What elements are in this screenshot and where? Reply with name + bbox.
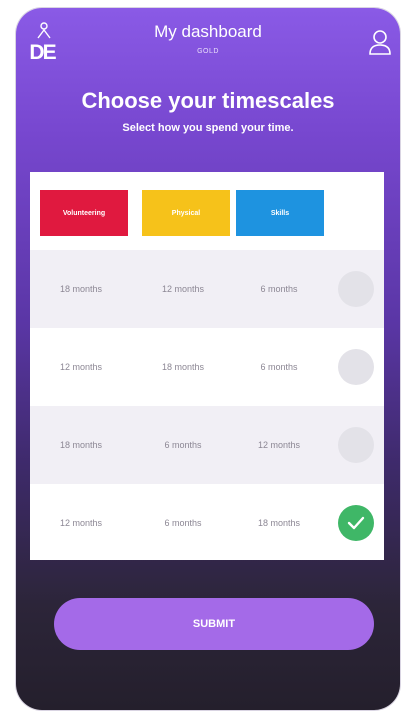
volunteering-duration: 12 months	[59, 518, 103, 528]
physical-duration: 18 months	[161, 362, 205, 372]
timescale-option-row[interactable]: 18 months 12 months 6 months	[30, 250, 384, 328]
physical-duration: 6 months	[164, 440, 202, 450]
submit-button[interactable]: SUBMIT	[54, 598, 374, 650]
page-title: My dashboard	[154, 22, 262, 41]
skills-duration: 6 months	[260, 362, 298, 372]
timescale-option-row[interactable]: 12 months 18 months 6 months	[30, 328, 384, 406]
timescale-option-row[interactable]: 18 months 6 months 12 months	[30, 406, 384, 484]
skills-duration: 18 months	[257, 518, 301, 528]
section-subheading: Select how you spend your time.	[122, 122, 294, 134]
category-volunteering: Volunteering	[40, 190, 128, 236]
category-skills: Skills	[236, 190, 324, 236]
award-level: GOLD	[197, 48, 219, 55]
volunteering-duration: 12 months	[59, 362, 103, 372]
timescale-option-row[interactable]: 12 months 6 months 18 months	[30, 484, 384, 562]
physical-duration: 6 months	[164, 518, 202, 528]
option-radio-selected[interactable]	[338, 505, 374, 541]
section-heading: Choose your timescales	[81, 88, 335, 113]
category-physical: Physical	[142, 190, 230, 236]
check-icon	[347, 516, 365, 530]
volunteering-duration: 18 months	[59, 440, 103, 450]
app-screen: DE My dashboard GOLD Choose your timesca…	[16, 8, 400, 710]
skills-duration: 12 months	[257, 440, 301, 450]
option-radio[interactable]	[338, 427, 374, 463]
user-icon[interactable]	[368, 28, 392, 56]
volunteering-duration: 18 months	[59, 284, 103, 294]
option-radio[interactable]	[338, 271, 374, 307]
option-radio[interactable]	[338, 349, 374, 385]
physical-duration: 12 months	[161, 284, 205, 294]
skills-duration: 6 months	[260, 284, 298, 294]
timescales-table: Volunteering Physical Skills 18 months 1…	[30, 172, 384, 560]
category-header-row: Volunteering Physical Skills	[30, 172, 384, 250]
